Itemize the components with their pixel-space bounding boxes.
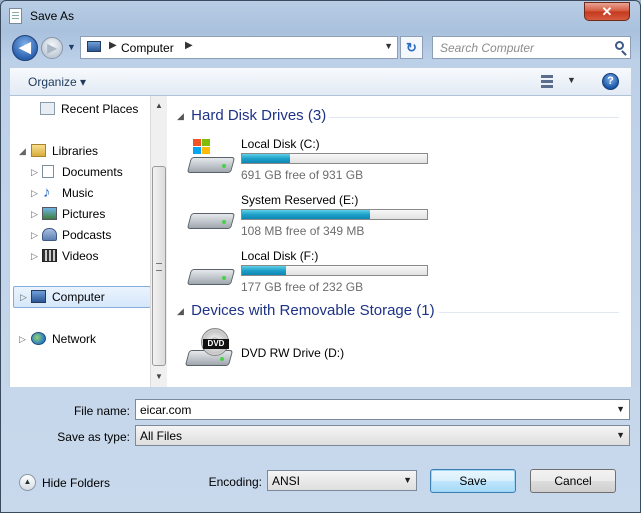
refresh-button[interactable]: ↻ (400, 36, 423, 59)
save-as-type-label: Save as type: (57, 430, 130, 444)
scroll-down-arrow-icon[interactable]: ▼ (151, 369, 167, 385)
recent-pages-dropdown-icon[interactable]: ▼ (67, 42, 76, 52)
drive-name: System Reserved (E:) (241, 193, 359, 207)
windows-drive-icon (186, 139, 236, 173)
file-name-dropdown-icon[interactable]: ▼ (616, 404, 625, 414)
disk-usage-fill (242, 266, 287, 275)
chevron-right-icon[interactable]: ▶ (109, 40, 117, 51)
save-as-dialog: Save As ✕ ◀ ▶ ▼ ▶ Computer ▶ ▼ ↻ Search … (0, 0, 641, 513)
recent-places-icon (40, 102, 55, 115)
disk-usage-fill (242, 154, 291, 163)
expand-arrow-icon[interactable]: ▷ (20, 288, 27, 306)
drive-name: Local Disk (F:) (241, 249, 319, 263)
drive-local-disk-f[interactable]: Local Disk (F:) 177 GB free of 232 GB (186, 247, 617, 297)
expand-arrow-icon[interactable]: ▷ (31, 184, 38, 202)
search-input[interactable]: Search Computer (432, 36, 631, 59)
group-divider (439, 312, 619, 313)
chevron-right-icon[interactable]: ▶ (185, 40, 193, 51)
disk-usage-bar (241, 209, 428, 220)
chevron-down-icon[interactable]: ▼ (616, 430, 625, 440)
drive-system-reserved-e[interactable]: System Reserved (E:) 108 MB free of 349 … (186, 191, 617, 241)
disk-usage-fill (242, 210, 370, 219)
title-bar[interactable]: Save As ✕ (1, 1, 640, 31)
view-options-dropdown-icon[interactable]: ▼ (567, 75, 576, 85)
help-icon[interactable]: ? (602, 73, 619, 90)
music-icon: ♪ (43, 184, 51, 201)
address-dropdown-icon[interactable]: ▼ (384, 41, 393, 51)
expand-arrow-icon[interactable]: ▷ (31, 247, 38, 265)
file-list-pane: ◢ Hard Disk Drives (3) Local Disk (C:) 6… (167, 96, 632, 387)
drive-free-space: 177 GB free of 232 GB (241, 280, 364, 294)
drive-dvd-rw-d[interactable]: DVD DVD RW Drive (D:) (184, 328, 617, 382)
search-icon[interactable] (615, 41, 624, 50)
navigation-pane-scrollbar[interactable]: ▲ ▼ (150, 96, 167, 387)
change-view-icon[interactable] (541, 75, 553, 88)
forward-button[interactable]: ▶ (41, 37, 63, 59)
computer-icon (31, 290, 46, 303)
expand-arrow-icon[interactable]: ▷ (31, 226, 38, 244)
collapse-arrow-icon[interactable]: ◢ (19, 142, 26, 160)
hard-drive-icon (186, 259, 236, 285)
disk-usage-bar (241, 265, 428, 276)
documents-icon (42, 165, 54, 178)
drive-local-disk-c[interactable]: Local Disk (C:) 691 GB free of 931 GB (186, 135, 617, 185)
encoding-label: Encoding: (208, 475, 262, 489)
search-placeholder: Search Computer (440, 41, 535, 55)
scroll-up-arrow-icon[interactable]: ▲ (151, 98, 167, 114)
expand-arrow-icon[interactable]: ▷ (31, 205, 38, 223)
window-title: Save As (30, 9, 75, 23)
network-icon (31, 332, 46, 345)
file-name-label: File name: (73, 404, 130, 418)
drive-name: DVD RW Drive (D:) (241, 346, 345, 360)
save-button[interactable]: Save (430, 469, 516, 493)
chevron-down-icon[interactable]: ▼ (403, 475, 412, 485)
hard-drive-icon (186, 203, 236, 229)
organize-button[interactable]: Organize ▾ (28, 75, 86, 89)
expand-arrow-icon[interactable]: ▷ (19, 330, 26, 348)
breadcrumb-computer[interactable]: Computer (121, 41, 174, 55)
collapse-arrow-icon[interactable]: ◢ (177, 106, 187, 126)
cancel-button[interactable]: Cancel (530, 469, 616, 493)
group-header-hard-disk-drives[interactable]: ◢ Hard Disk Drives (3) (177, 106, 326, 126)
address-bar[interactable]: ▶ Computer ▶ ▼ (80, 36, 398, 59)
drive-free-space: 108 MB free of 349 MB (241, 224, 365, 238)
chevron-up-icon: ▲ (19, 474, 36, 491)
pictures-icon (42, 207, 57, 220)
close-button[interactable]: ✕ (584, 2, 630, 21)
videos-icon (42, 249, 57, 262)
collapse-arrow-icon[interactable]: ◢ (177, 301, 187, 321)
group-header-removable-storage[interactable]: ◢ Devices with Removable Storage (1) (177, 301, 435, 321)
disk-usage-bar (241, 153, 428, 164)
libraries-icon (31, 144, 46, 157)
file-name-input[interactable]: eicar.com ▼ (135, 399, 630, 420)
computer-icon (87, 41, 101, 52)
drive-free-space: 691 GB free of 931 GB (241, 168, 364, 182)
dvd-drive-icon: DVD (184, 328, 234, 372)
navigation-bar: ◀ ▶ ▼ ▶ Computer ▶ ▼ ↻ Search Computer (1, 33, 640, 63)
group-divider (329, 117, 619, 118)
scrollbar-thumb[interactable] (152, 166, 166, 366)
podcasts-icon (42, 228, 57, 241)
back-button[interactable]: ◀ (12, 35, 38, 61)
grip-icon (156, 263, 162, 271)
drive-name: Local Disk (C:) (241, 137, 320, 151)
navigation-pane: Recent Places ◢ Libraries ▷ Documents ▷ … (9, 96, 167, 387)
save-as-type-select[interactable]: All Files ▼ (135, 425, 630, 446)
encoding-select[interactable]: ANSI ▼ (267, 470, 417, 491)
tree-item-computer[interactable]: ▷ Computer (13, 286, 151, 308)
expand-arrow-icon[interactable]: ▷ (31, 163, 38, 181)
command-toolbar: Organize ▾ ▼ ? (9, 67, 632, 96)
notepad-icon (9, 8, 22, 24)
